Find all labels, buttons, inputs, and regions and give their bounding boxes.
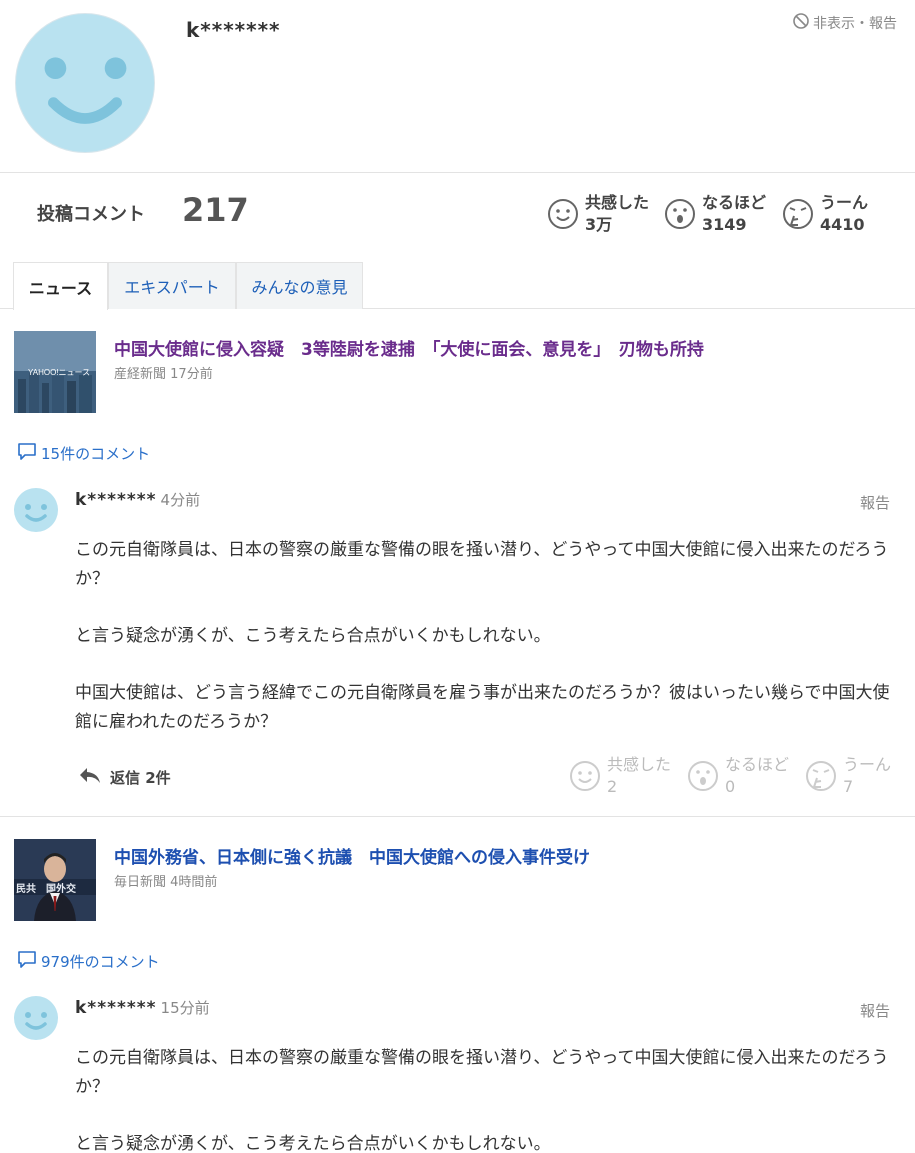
comment-paragraph: この元自衛隊員は、日本の警察の厳重な警備の眼を掻い潜り、どうやって中国大使館に侵… — [75, 1048, 889, 1097]
reaction-label: うーん — [843, 755, 892, 774]
comment-time: 15分前 — [160, 999, 210, 1017]
comment-reaction-hmm[interactable]: うーん 7 — [805, 754, 891, 798]
comments-count-label: 15件のコメント — [41, 444, 151, 463]
comment-author: k******* 15分前 — [75, 997, 210, 1018]
reply-arrow-icon — [78, 765, 102, 789]
reaction-count: 2 — [607, 777, 618, 796]
comment-body: この元自衛隊員は、日本の警察の厳重な警備の眼を掻い潜り、どうやって中国大使館に侵… — [75, 536, 895, 737]
profile-header: k******* 非表示・報告 — [0, 0, 915, 173]
comment-bubble-icon — [17, 441, 37, 465]
reaction-count: 4410 — [820, 215, 865, 234]
reaction-label: なるほど — [702, 193, 767, 212]
article-source: 毎日新聞 — [114, 875, 167, 890]
article-source: 産経新聞 — [114, 367, 167, 382]
comment-paragraph: この元自衛隊員は、日本の警察の厳重な警備の眼を掻い潜り、どうやって中国大使館に侵… — [75, 540, 889, 589]
press-conference-thumbnail[interactable]: 民共 国外交 — [14, 839, 96, 921]
smile-face-icon — [569, 760, 601, 792]
comment-paragraph: 中国大使館は、どう言う経緯でこの元自衛隊員を雇う事が出来たのだろうか？彼はいった… — [75, 683, 890, 732]
comment-time: 4分前 — [160, 491, 201, 509]
article-title-link[interactable]: 中国外務省、日本側に強く抗議 中国大使館への侵入事件受け — [114, 843, 590, 868]
reaction-label: うーん — [820, 193, 869, 212]
comment-reaction-insightful[interactable]: なるほど 0 — [687, 754, 789, 798]
report-button[interactable]: 報告 — [860, 1000, 890, 1021]
comments-count-label: 979件のコメント — [41, 952, 160, 971]
post-count-value: 217 — [182, 191, 249, 229]
tab-everyone[interactable]: みんなの意見 — [236, 262, 363, 309]
divider — [0, 816, 915, 817]
comment-paragraph: と言う疑念が湧くが、こう考えたら合点がいくかもしれない。 — [75, 626, 551, 646]
hide-report-label: 非表示・報告 — [813, 16, 897, 32]
thinking-face-icon — [782, 198, 814, 230]
surprised-face-icon — [687, 760, 719, 792]
comment-body: この元自衛隊員は、日本の警察の厳重な警備の眼を掻い潜り、どうやって中国大使館に侵… — [75, 1044, 895, 1153]
reaction-label: なるほど — [725, 755, 790, 774]
reaction-empathy[interactable]: 共感した 3万 — [547, 192, 649, 236]
comment-bubble-icon — [17, 949, 37, 973]
comment-reaction-empathy[interactable]: 共感した 2 — [569, 754, 671, 798]
thinking-face-icon — [805, 760, 837, 792]
thumbnail-text: YAHOO!ニュース — [28, 368, 90, 377]
reaction-count: 7 — [843, 777, 854, 796]
reply-label: 返信 2件 — [110, 768, 171, 787]
reaction-count: 0 — [725, 777, 736, 796]
avatar-smile-icon — [15, 13, 155, 153]
article-title-link[interactable]: 中国大使館に侵入容疑 3等陸尉を逮捕 「大使に面会、意見を」 刃物も所持 — [114, 335, 704, 360]
tab-bar: ニュース エキスパート みんなの意見 — [0, 262, 915, 310]
reaction-hmm[interactable]: うーん 4410 — [782, 192, 868, 236]
tab-expert[interactable]: エキスパート — [108, 262, 236, 309]
article-meta: 産経新聞 17分前 — [114, 363, 213, 382]
thumbnail-text: 民共 国外交 — [16, 882, 76, 895]
yahoo-news-thumbnail[interactable]: YAHOO!ニュース — [14, 331, 96, 413]
surprised-face-icon — [664, 198, 696, 230]
tab-news[interactable]: ニュース — [13, 262, 108, 310]
reply-button[interactable]: 返信 2件 — [78, 765, 171, 789]
reaction-insightful[interactable]: なるほど 3149 — [664, 192, 766, 236]
reaction-count: 3万 — [585, 215, 613, 234]
reaction-label: 共感した — [585, 193, 650, 212]
smile-face-icon — [547, 198, 579, 230]
post-count-label: 投稿コメント — [37, 204, 145, 225]
comment-username: k******* — [75, 490, 157, 510]
article-meta: 毎日新聞 4時間前 — [114, 871, 217, 890]
comment-username: k******* — [75, 998, 157, 1018]
hide-report-button[interactable]: 非表示・報告 — [792, 12, 897, 34]
block-icon — [792, 12, 810, 34]
profile-username: k******* — [186, 18, 281, 42]
article-time: 17分前 — [170, 367, 213, 382]
avatar-smile-icon — [14, 996, 58, 1040]
comments-count-link[interactable]: 15件のコメント — [17, 441, 150, 465]
comment-author: k******* 4分前 — [75, 489, 200, 510]
comments-count-link[interactable]: 979件のコメント — [17, 949, 160, 973]
article-time: 4時間前 — [170, 875, 218, 890]
avatar-smile-icon — [14, 488, 58, 532]
reaction-label: 共感した — [607, 755, 672, 774]
reaction-count: 3149 — [702, 215, 747, 234]
comment-paragraph: と言う疑念が湧くが、こう考えたら合点がいくかもしれない。 — [75, 1134, 551, 1153]
report-button[interactable]: 報告 — [860, 492, 890, 513]
